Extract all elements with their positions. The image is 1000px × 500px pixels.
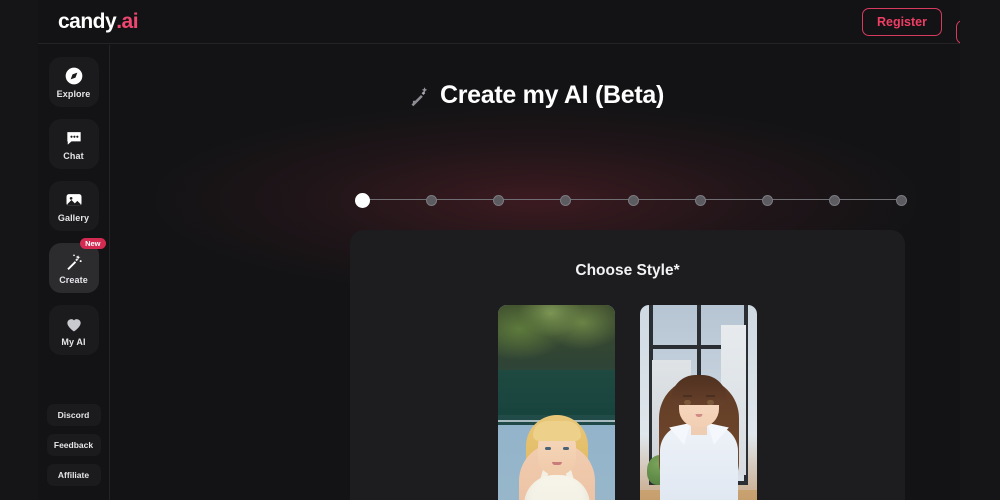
register-button[interactable]: Register <box>861 7 942 36</box>
stepper-dots <box>355 192 907 208</box>
sidebar-item-label: My AI <box>61 336 86 347</box>
style-card-anime[interactable] <box>640 305 757 500</box>
sidebar-nav: Explore Chat Gallery New Create My AI Di… <box>38 45 110 500</box>
choose-style-panel: Choose Style* <box>350 230 905 500</box>
sidebar-item-label: Explore <box>56 88 91 99</box>
stepper-step-7[interactable] <box>761 194 773 206</box>
sidebar-item-my-ai[interactable]: My AI <box>48 305 99 355</box>
sidebar-item-create[interactable]: New Create <box>48 238 106 293</box>
stepper-step-3[interactable] <box>493 194 505 206</box>
magic-wand-icon <box>64 252 84 272</box>
stepper-step-6[interactable] <box>694 194 706 206</box>
login-button-clipped[interactable] <box>956 19 960 44</box>
heart-icon <box>64 314 84 334</box>
stepper-step-2[interactable] <box>426 194 438 206</box>
style-option-grid <box>350 305 905 500</box>
sidebar-item-chat[interactable]: Chat <box>48 119 99 169</box>
magic-wand-icon <box>407 84 431 108</box>
style-preview-image-anime <box>640 305 757 500</box>
sidebar-item-gallery[interactable]: Gallery <box>48 181 99 231</box>
sidebar-item-explore[interactable]: Explore <box>48 57 99 107</box>
sidebar-item-label: Gallery <box>57 212 90 223</box>
logo-suffix-text: .ai <box>116 9 139 33</box>
stepper-step-8[interactable] <box>828 194 840 206</box>
new-badge: New <box>80 238 106 250</box>
sidebar-link-affiliate[interactable]: Affiliate <box>46 464 101 486</box>
style-preview-image-realistic <box>498 305 615 500</box>
stepper-step-9[interactable] <box>896 194 907 206</box>
sidebar-item-label: Chat <box>63 150 84 161</box>
stepper-step-1[interactable] <box>355 192 370 208</box>
panel-heading: Choose Style* <box>575 262 680 279</box>
page-left-gutter <box>0 0 38 500</box>
image-icon <box>64 190 84 210</box>
progress-stepper <box>355 192 907 208</box>
sidebar-link-discord[interactable]: Discord <box>46 404 101 426</box>
chat-bubble-icon <box>64 128 84 148</box>
stepper-step-4[interactable] <box>560 194 572 206</box>
app-viewport: candy.ai Register Explore Chat Gallery <box>38 0 960 500</box>
sidebar-item-label: Create <box>59 274 88 285</box>
style-card-realistic[interactable] <box>498 305 615 500</box>
compass-icon <box>64 66 84 86</box>
stepper-step-5[interactable] <box>627 194 639 206</box>
app-header: candy .ai Register <box>38 0 960 44</box>
logo-main-text: candy <box>58 9 117 33</box>
brand-logo[interactable]: candy .ai <box>58 9 139 34</box>
page-title-text: Create my AI (Beta) <box>440 81 664 109</box>
main-content: Create my AI (Beta) Choose Style* <box>111 45 960 500</box>
header-actions: Register <box>861 7 960 44</box>
sidebar-link-feedback[interactable]: Feedback <box>46 434 101 456</box>
page-right-gutter <box>960 0 1000 500</box>
page-title: Create my AI (Beta) <box>111 81 960 110</box>
